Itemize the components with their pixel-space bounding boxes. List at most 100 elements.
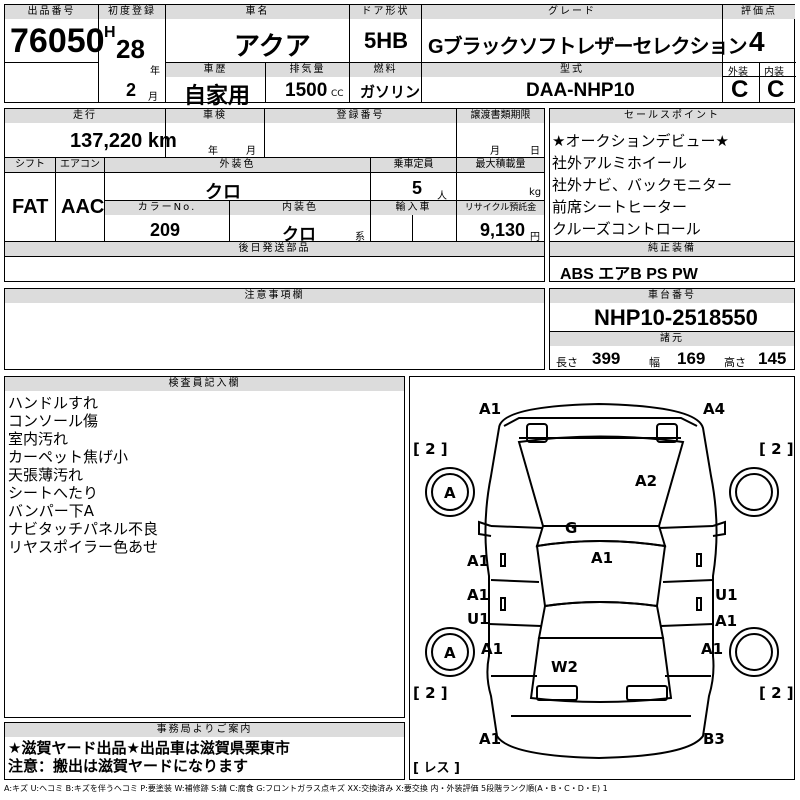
inspector-notes: ハンドルすれ コンソール傷 室内汚れ カーペット焦げ小 天張薄汚れ シートへたり… [8, 394, 158, 556]
door-label: ドア形状 [350, 5, 421, 19]
inspector-note: ナビタッチパネル不良 [8, 520, 159, 538]
model-code: DAA-NHP10 [526, 80, 635, 101]
standard-equipment-label: 純正装備 [550, 242, 794, 256]
width: 169 [677, 349, 706, 368]
mark-wheel-rear-left: A [444, 644, 456, 662]
mark-roof: A1 [591, 549, 613, 567]
transfer-deadline-label: 譲渡書類期限 [457, 109, 544, 123]
sales-points-list: ★オークションデビュー★ 社外アルミホイール 社外ナビ、バックモニター 前席シー… [552, 130, 732, 240]
mark-trunk: W2 [551, 658, 578, 676]
sales-point: ★オークションデビュー★ [552, 132, 729, 150]
era: H [104, 24, 116, 41]
chassis-label: 車台番号 [550, 289, 794, 303]
inspection-month-unit: 月 [246, 146, 256, 157]
tire-front-right: [ 2 ] [759, 440, 794, 458]
mark-wheel-front-left: A [444, 484, 456, 502]
disp-label: 排気量 [266, 63, 349, 77]
interior-color-label: 内装色 [230, 201, 370, 215]
inspector-note: バンパー下A [8, 502, 95, 520]
inspector-note: シートへたり [8, 484, 99, 502]
shift-type: FAT [12, 196, 49, 218]
tire-rear-right: [ 2 ] [759, 684, 794, 702]
mark-left-rear-fender: A1 [481, 640, 503, 658]
disp-unit: CC [331, 89, 344, 99]
year-unit: 年 [150, 66, 160, 77]
spare-tire: [ レス ] [413, 761, 460, 776]
lot-label: 出品番号 [5, 5, 98, 19]
name-label: 車名 [166, 5, 349, 19]
history: 自家用 [184, 83, 251, 108]
month-unit: 月 [148, 92, 158, 103]
inspector-note: カーペット焦げ小 [8, 448, 129, 466]
office-notice: ★滋賀ヤード出品★出品車は滋賀県栗東市 注意：搬出は滋賀ヤードになります [8, 739, 290, 775]
reg-month: 2 [126, 80, 137, 100]
mark-rear-bumper-right: B3 [703, 730, 725, 748]
height: 145 [758, 349, 787, 368]
mark-left-rear-door-dent: U1 [467, 610, 490, 628]
sales-point: 社外アルミホイール [552, 154, 687, 172]
mark-hood: A2 [635, 472, 657, 490]
mark-right-rear-fender: A1 [701, 640, 723, 658]
color-no-label: カラーNo. [105, 201, 229, 215]
tire-front-left: [ 2 ] [413, 440, 448, 458]
mark-front-right: A4 [703, 400, 725, 418]
fuel-label: 燃料 [350, 63, 421, 77]
recycle-fee: 9,130 [480, 220, 526, 240]
mark-front-left: A1 [479, 400, 501, 418]
car-name: アクア [234, 31, 311, 61]
inspector-label: 検査員記入欄 [5, 377, 404, 391]
capacity: 5 [412, 178, 423, 198]
transfer-month-unit: 月 [490, 146, 500, 157]
mileage: 137,220 km [70, 130, 177, 152]
color-number: 209 [150, 220, 181, 240]
capacity-unit: 人 [437, 191, 447, 202]
standard-equipment: ABS エアB PS PW [560, 266, 698, 283]
ac-label: エアコン [56, 158, 104, 172]
fuel: ガソリン [360, 84, 421, 101]
car-diagram: A1 A4 A2 G A1 A1 A1 U1 A1 U1 A1 A1 W2 A … [413, 400, 794, 776]
legend: A:キズ U:ヘコミ B:キズを伴うヘコミ P:要塗装 W:補修跡 S:錆 C:… [4, 784, 608, 793]
chassis-number: NHP10-2518550 [594, 305, 758, 330]
load-unit: kg [529, 187, 542, 198]
sales-point: クルーズコントロール [552, 220, 701, 238]
inspector-note: ハンドルすれ [8, 394, 99, 412]
first-reg-label: 初度登録 [99, 5, 165, 19]
mark-right-rear-door-dent: U1 [715, 586, 738, 604]
tire-rear-left: [ 2 ] [413, 684, 448, 702]
sales-points-label: セールスポイント [550, 109, 794, 123]
mileage-label: 走行 [5, 109, 165, 123]
history-label: 車歴 [166, 63, 265, 77]
mark-windshield: G [565, 519, 577, 537]
inspector-note: コンソール傷 [8, 412, 99, 430]
reg-year: 28 [116, 34, 145, 64]
door-type: 5HB [364, 28, 409, 53]
import-label: 輸入車 [371, 201, 456, 215]
int-grade: C [767, 76, 785, 103]
inspector-note: 天張薄汚れ [8, 466, 84, 484]
inspector-note: リヤスポイラー色あせ [8, 538, 159, 556]
sales-point: 前席シートヒーター [552, 198, 688, 216]
interior-color-unit: 系 [355, 232, 365, 243]
width-label: 幅 [649, 356, 660, 369]
recycle-unit: 円 [530, 232, 540, 243]
model-label: 型式 [422, 63, 722, 77]
score: 4 [749, 26, 765, 57]
shift-label: シフト [5, 158, 55, 172]
ext-grade: C [731, 76, 749, 103]
sales-point: 社外ナビ、バックモニター [552, 176, 733, 194]
mark-right-rear-door: A1 [715, 612, 737, 630]
mark-left-rear-door: A1 [467, 586, 489, 604]
color-label: 外装色 [105, 158, 370, 172]
grade-label: グレード [422, 5, 722, 19]
lot-number: 76050 [10, 22, 105, 60]
grade: Gブラックソフトレザーセレクション [428, 36, 748, 58]
inspection-year-unit: 年 [208, 146, 218, 157]
displacement: 1500 [285, 80, 328, 101]
load-label: 最大積載量 [457, 158, 544, 172]
ac-type: AAC [61, 196, 105, 218]
capacity-label: 乗車定員 [371, 158, 456, 172]
recycle-label: リサイクル預託金 [457, 201, 544, 215]
length: 399 [592, 349, 621, 368]
mark-rear-bumper-left: A1 [479, 730, 501, 748]
office-line: ★滋賀ヤード出品★出品車は滋賀県栗東市 [8, 739, 290, 757]
